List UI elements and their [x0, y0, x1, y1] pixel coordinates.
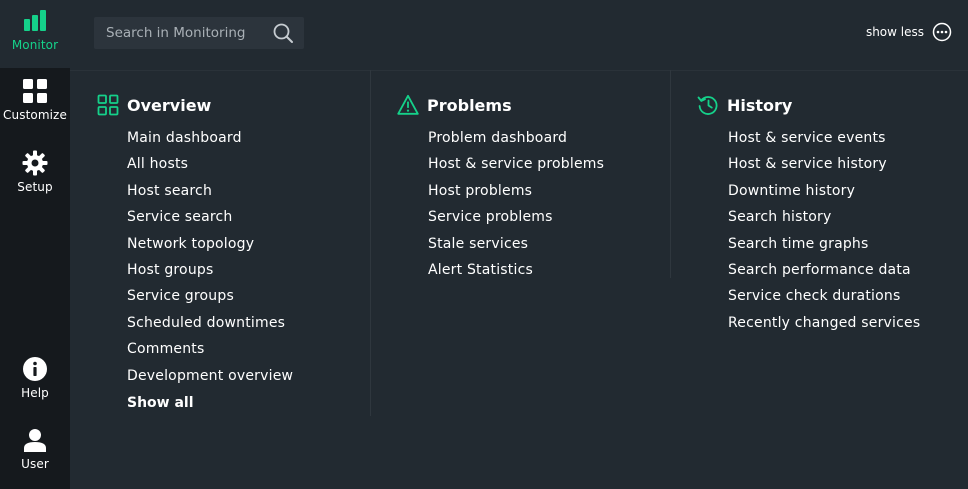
history-section: History Host & service events Host & ser… [670, 70, 968, 331]
show-less-label: show less [865, 25, 924, 39]
history-heading: History [697, 94, 792, 116]
menu-item-search-history[interactable]: Search history [728, 208, 920, 234]
search-box [94, 17, 304, 49]
menu-item-search-performance-data[interactable]: Search performance data [728, 261, 920, 287]
menu-item-service-check-durations[interactable]: Service check durations [728, 287, 920, 313]
sidebar-item-setup[interactable]: Setup [0, 150, 70, 194]
info-icon [23, 357, 47, 381]
menu-item-stale-services[interactable]: Stale services [428, 235, 604, 261]
sidebar-item-label: Setup [17, 180, 53, 194]
menu-item-alert-statistics[interactable]: Alert Statistics [428, 261, 604, 287]
problems-heading: Problems [397, 94, 512, 116]
bar-chart-icon [24, 10, 46, 31]
menu-item-comments[interactable]: Comments [127, 340, 293, 366]
sidebar-item-label: Help [21, 386, 49, 400]
menu-item-development-overview[interactable]: Development overview [127, 367, 293, 393]
sidebar-item-user[interactable]: User [0, 427, 70, 471]
problems-list: Problem dashboard Host & service problem… [428, 129, 604, 287]
menu-item-host-groups[interactable]: Host groups [127, 261, 293, 287]
menu-item-service-search[interactable]: Service search [127, 208, 293, 234]
gear-icon [22, 150, 48, 176]
section-title: Problems [427, 95, 512, 115]
menu-item-problem-dashboard[interactable]: Problem dashboard [428, 129, 604, 155]
monitor-menu-app: Monitor Customize Setup Help User Search… [0, 0, 968, 489]
show-all-link[interactable]: Show all [127, 395, 194, 411]
overview-list: Main dashboard All hosts Host search Ser… [127, 129, 293, 393]
search-input[interactable] [94, 17, 264, 49]
sidebar-item-label: Monitor [11, 38, 59, 52]
menu-item-host-service-events[interactable]: Host & service events [728, 129, 920, 155]
user-icon [24, 429, 46, 452]
menu-item-main-dashboard[interactable]: Main dashboard [127, 129, 293, 155]
menu-item-scheduled-downtimes[interactable]: Scheduled downtimes [127, 314, 293, 340]
menu-item-host-problems[interactable]: Host problems [428, 182, 604, 208]
grid-icon [23, 79, 47, 103]
menu-item-network-topology[interactable]: Network topology [127, 235, 293, 261]
history-clock-icon [697, 96, 718, 115]
sidebar-item-label: Customize [3, 108, 67, 122]
menu-item-recently-changed-services[interactable]: Recently changed services [728, 314, 920, 340]
menu-item-service-problems[interactable]: Service problems [428, 208, 604, 234]
sidebar-item-customize[interactable]: Customize [0, 78, 70, 122]
menu-item-host-service-history[interactable]: Host & service history [728, 155, 920, 181]
sidebar: Monitor Customize Setup Help User [0, 0, 70, 489]
menu-item-service-groups[interactable]: Service groups [127, 287, 293, 313]
search-icon[interactable] [272, 22, 294, 44]
menu-item-all-hosts[interactable]: All hosts [127, 155, 293, 181]
menu-item-downtime-history[interactable]: Downtime history [728, 182, 920, 208]
warning-triangle-icon [397, 94, 419, 115]
show-less-toggle[interactable]: show less [866, 21, 952, 43]
sidebar-item-help[interactable]: Help [0, 356, 70, 400]
section-title: History [727, 95, 793, 115]
sidebar-item-monitor[interactable]: Monitor [0, 0, 70, 68]
problems-section: Problems Problem dashboard Host & servic… [370, 70, 671, 416]
history-list: Host & service events Host & service his… [728, 129, 920, 340]
menu-item-host-service-problems[interactable]: Host & service problems [428, 155, 604, 181]
section-title: Overview [127, 95, 212, 115]
sidebar-item-label: User [21, 457, 49, 471]
overview-grid-icon [97, 94, 119, 116]
overview-heading: Overview [97, 94, 211, 116]
menu-item-search-time-graphs[interactable]: Search time graphs [728, 235, 920, 261]
menu-item-host-search[interactable]: Host search [127, 182, 293, 208]
more-circle-icon [932, 22, 952, 42]
